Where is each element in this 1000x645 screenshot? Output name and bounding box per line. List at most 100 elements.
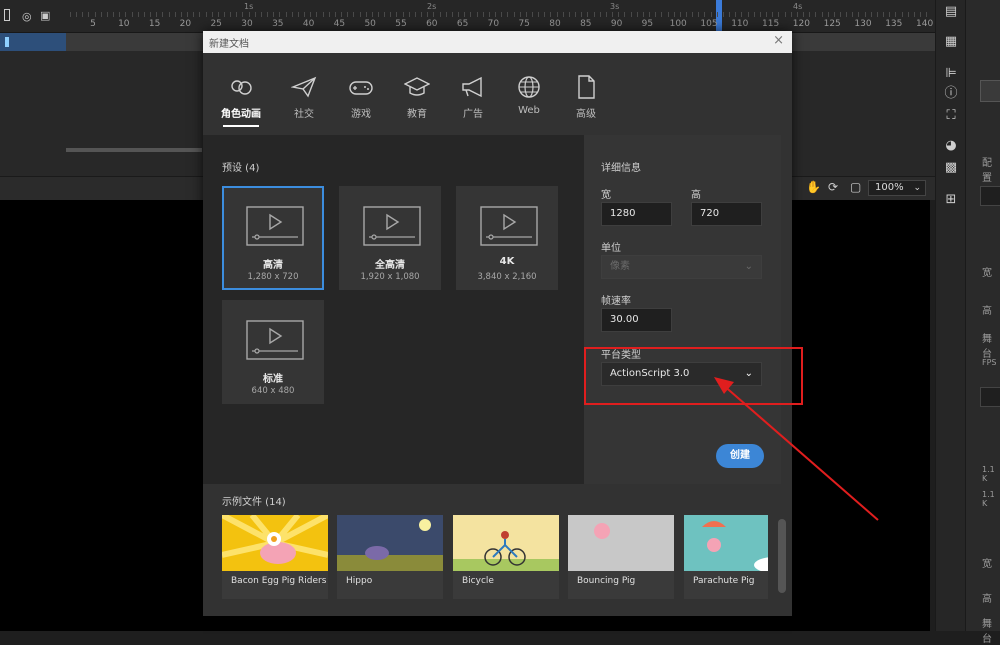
- unit-select[interactable]: 像素 ⌄: [601, 255, 762, 279]
- close-icon[interactable]: ×: [773, 33, 784, 48]
- ruler-tick: [532, 12, 533, 17]
- transform-icon[interactable]: ⛶: [943, 108, 959, 124]
- video-icon: [246, 206, 304, 246]
- ruler-tick: [451, 12, 453, 17]
- ruler-tick: [254, 12, 256, 17]
- lock-icon[interactable]: ▣: [40, 9, 50, 22]
- ruler-tick: [82, 12, 84, 17]
- prop-label: 1.1 K: [982, 490, 995, 508]
- ruler-tick: [926, 12, 928, 17]
- config-field[interactable]: [980, 186, 1000, 206]
- ruler-tick: [612, 12, 614, 17]
- eye-icon[interactable]: ◎: [22, 10, 32, 23]
- tab-games[interactable]: 游戏: [333, 75, 389, 120]
- ruler-tick: [94, 12, 96, 17]
- height-value: 720: [700, 208, 720, 219]
- ruler-tick: [162, 12, 164, 17]
- components-icon[interactable]: ⊞: [943, 192, 959, 208]
- sample-bouncing-pig[interactable]: Bouncing Pig: [568, 515, 674, 599]
- tab-web[interactable]: Web: [501, 75, 557, 116]
- sample-hippo[interactable]: Hippo: [337, 515, 443, 599]
- tab-advanced[interactable]: 高级: [558, 75, 614, 120]
- megaphone-icon: [462, 76, 482, 98]
- zoom-value: 100%: [875, 182, 904, 193]
- layer-row[interactable]: [0, 33, 66, 51]
- frame-tick-label: 55: [395, 19, 407, 29]
- zoom-select[interactable]: 100% ⌄: [868, 180, 926, 196]
- presets-title: 预设 (4): [222, 163, 260, 174]
- sample-bicycle[interactable]: Bicycle: [453, 515, 559, 599]
- ruler-tick: [371, 12, 373, 17]
- ruler-tick: [907, 12, 909, 17]
- hand-icon[interactable]: ✋: [806, 180, 821, 194]
- ruler-tick: [519, 12, 521, 17]
- fps-label: 帧速率: [601, 296, 631, 307]
- frame-tick-label: 25: [210, 19, 222, 29]
- library-icon[interactable]: ▦: [943, 34, 959, 50]
- ruler-tick: [809, 12, 811, 17]
- properties-icon[interactable]: ▤: [943, 4, 959, 20]
- frame-tick-label: 115: [762, 19, 780, 29]
- layer-toggle-icon[interactable]: [4, 9, 10, 21]
- ruler-tick: [661, 12, 663, 17]
- ruler-tick: [402, 12, 404, 17]
- sample-bacon-egg-pig-riders[interactable]: Bacon Egg Pig Riders: [222, 515, 328, 599]
- ruler-tick: [482, 12, 484, 17]
- preset-4k[interactable]: 4K 3,840 x 2,160: [456, 186, 558, 290]
- preset-full-hd[interactable]: 全高清 1,920 x 1,080: [339, 186, 441, 290]
- tab-ads[interactable]: 广告: [445, 75, 501, 120]
- ruler-tick: [649, 12, 651, 17]
- frame-tick-label: 15: [148, 19, 161, 29]
- tool-button[interactable]: [980, 80, 1000, 102]
- info-icon[interactable]: ⓘ: [943, 86, 959, 102]
- ruler-tick: [895, 12, 897, 17]
- ruler-tick: [143, 12, 145, 17]
- align-icon[interactable]: ⊫: [943, 66, 959, 82]
- unit-value: 像素: [610, 261, 630, 272]
- ruler-tick: [562, 12, 564, 17]
- fps-input[interactable]: 30.00: [601, 308, 672, 332]
- ruler-tick: [667, 12, 669, 17]
- sample-name: Hippo: [346, 576, 373, 586]
- ruler-tick: [273, 12, 275, 17]
- ruler-tick: [698, 12, 700, 17]
- chevron-down-icon: ⌄: [913, 183, 921, 193]
- tab-social[interactable]: 社交: [276, 75, 332, 120]
- ruler-tick: [883, 12, 885, 17]
- ruler-tick: [513, 12, 515, 17]
- ruler-tick: [747, 12, 749, 17]
- frame-tick-label: 5: [90, 19, 96, 29]
- fps-field[interactable]: [980, 387, 1000, 407]
- tab-label: 角色动画: [221, 109, 261, 120]
- ruler-tick: [784, 12, 786, 17]
- sample-name: Parachute Pig: [693, 576, 755, 586]
- preset-hd[interactable]: 高清 1,280 x 720: [222, 186, 324, 290]
- samples-scroll-arrow[interactable]: [778, 519, 786, 593]
- sample-thumbnail: [453, 515, 559, 571]
- ruler-tick: [310, 12, 312, 17]
- preset-name: 标准: [263, 374, 283, 385]
- ruler-tick: [858, 12, 860, 17]
- ruler-tick: [421, 12, 423, 17]
- fit-icon[interactable]: ▢: [850, 180, 861, 194]
- preset-standard[interactable]: 标准 640 x 480: [222, 300, 324, 404]
- frame-tick-label: 95: [641, 19, 654, 29]
- ruler-tick: [772, 12, 774, 17]
- ruler-tick: [328, 12, 330, 17]
- prop-label: 高: [982, 306, 992, 317]
- ruler-tick: [704, 12, 706, 17]
- timeline-scrollbar[interactable]: [66, 148, 202, 152]
- ruler-tick: [439, 12, 441, 17]
- ruler-tick: [334, 12, 336, 17]
- dialog-title: 新建文档: [209, 39, 249, 50]
- frame-tick-label: 30: [241, 19, 253, 29]
- tab-character-animation[interactable]: 角色动画: [213, 75, 269, 127]
- swatches-icon[interactable]: ▩: [943, 160, 959, 176]
- rotate-icon[interactable]: ⟳: [828, 180, 838, 194]
- tab-education[interactable]: 教育: [389, 75, 445, 120]
- sample-name: Bouncing Pig: [577, 576, 636, 586]
- color-icon[interactable]: ◕: [943, 138, 959, 154]
- height-input[interactable]: 720: [691, 202, 762, 226]
- width-input[interactable]: 1280: [601, 202, 672, 226]
- document-icon: [578, 75, 595, 99]
